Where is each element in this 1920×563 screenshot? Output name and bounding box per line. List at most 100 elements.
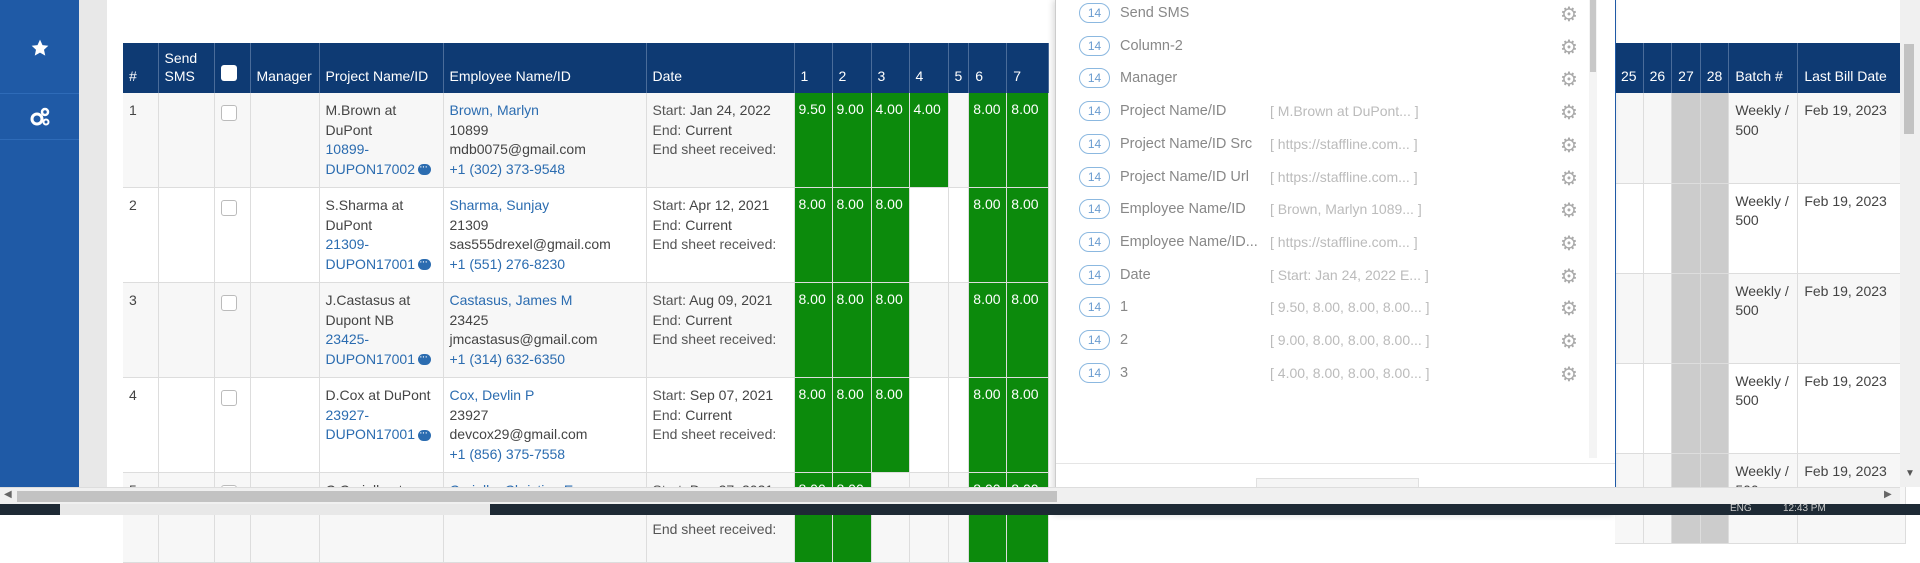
hours-cell-day-2[interactable]: 9.00 (832, 93, 872, 188)
table-row[interactable]: 1M.Brown at DuPont10899-DUPON17002Brown,… (123, 93, 1050, 188)
hours-cell-day-6[interactable]: 8.00 (968, 187, 1008, 283)
col-header-day-2[interactable]: 2 (832, 43, 872, 93)
project-id-link[interactable]: 23927-DUPON17001 (326, 407, 416, 443)
hours-cell-day-7[interactable]: 8.00 (1006, 93, 1050, 188)
table-row[interactable]: Weekly / 500 Feb 19, 2023 (1615, 183, 1907, 274)
hours-cell-day-6[interactable]: 8.00 (968, 377, 1008, 473)
last-bill-cell[interactable]: Feb 19, 2023 (1797, 363, 1907, 454)
col-header-day-26[interactable]: 26 (1643, 43, 1673, 93)
hours-cell-day-6[interactable]: 8.00 (968, 93, 1008, 188)
col-header-day-25[interactable]: 25 (1615, 43, 1644, 93)
row-checkbox[interactable] (220, 200, 237, 216)
select-all-checkbox[interactable] (220, 65, 237, 81)
project-id-link[interactable]: 21309-DUPON17001 (326, 236, 416, 272)
taskbar-search[interactable] (60, 504, 490, 515)
col-header-num[interactable]: # (123, 43, 159, 93)
last-bill-cell[interactable]: Feb 19, 2023 (1797, 93, 1907, 184)
col-header-manager[interactable]: Manager (250, 43, 320, 93)
col-header-day-5[interactable]: 5 (948, 43, 970, 93)
hours-cell-day-3[interactable]: 8.00 (871, 187, 910, 283)
chat-icon[interactable] (418, 424, 431, 443)
table-row[interactable]: Weekly / 500 Feb 19, 2023 (1615, 273, 1907, 364)
select-cell[interactable] (214, 93, 251, 188)
gear-icon[interactable]: ⚙ (1560, 264, 1578, 289)
settings-button[interactable] (0, 94, 79, 140)
hours-cell-day-6[interactable]: 8.00 (968, 472, 1008, 563)
col-header-day-4[interactable]: 4 (909, 43, 949, 93)
col-header-day-6[interactable]: 6 (968, 43, 1008, 93)
project-id-link[interactable]: 23425-DUPON17001 (326, 331, 416, 367)
col-header-day-7[interactable]: 7 (1006, 43, 1050, 93)
table-row[interactable]: Weekly / 500 Feb 19, 2023 (1615, 363, 1907, 454)
hours-cell-day-25[interactable] (1615, 273, 1644, 364)
send-sms-cell[interactable] (158, 187, 215, 283)
employee-phone-link[interactable]: +1 (551) 276-8230 (450, 255, 640, 275)
hours-cell-day-1[interactable]: 8.00 (794, 472, 833, 563)
hours-cell-day-26[interactable] (1643, 363, 1673, 454)
send-sms-cell[interactable] (158, 282, 215, 378)
col-header-batch[interactable]: Batch # (1728, 43, 1799, 93)
hours-cell-day-5[interactable] (948, 93, 970, 188)
gear-icon[interactable]: ⚙ (1560, 329, 1578, 354)
col-header-day-1[interactable]: 1 (794, 43, 833, 93)
hours-cell-day-1[interactable]: 9.50 (794, 93, 833, 188)
send-sms-cell[interactable] (158, 377, 215, 473)
employee-name-link[interactable]: Brown, Marlyn (450, 101, 640, 121)
hours-cell-day-7[interactable]: 8.00 (1006, 472, 1050, 563)
gear-icon[interactable]: ⚙ (1560, 166, 1578, 191)
hours-cell-day-25[interactable] (1615, 93, 1644, 184)
hours-cell-day-27[interactable] (1671, 93, 1701, 184)
hours-cell-day-28[interactable] (1700, 273, 1730, 364)
row-checkbox[interactable] (220, 105, 237, 121)
gear-icon[interactable]: ⚙ (1560, 362, 1578, 387)
last-bill-cell[interactable]: Feb 19, 2023 (1797, 183, 1907, 274)
select-cell[interactable] (214, 472, 251, 563)
col-header-day-3[interactable]: 3 (871, 43, 910, 93)
hours-cell-day-3[interactable]: 8.00 (871, 377, 910, 473)
hours-cell-day-27[interactable] (1671, 183, 1701, 274)
select-cell[interactable] (214, 187, 251, 283)
vertical-scroll-thumb[interactable] (1904, 44, 1914, 134)
batch-cell[interactable]: Weekly / 500 (1728, 183, 1799, 274)
gear-icon[interactable]: ⚙ (1560, 231, 1578, 256)
hours-cell-day-5[interactable] (948, 187, 970, 283)
gear-icon[interactable]: ⚙ (1560, 67, 1578, 92)
employee-name-link[interactable]: Cox, Devlin P (450, 386, 640, 406)
chat-icon[interactable] (418, 348, 431, 368)
hours-cell-day-25[interactable] (1615, 363, 1644, 454)
col-header-day-28[interactable]: 28 (1700, 43, 1730, 93)
select-cell[interactable] (214, 377, 251, 473)
table-row[interactable]: 2S.Sharma at DuPont21309-DUPON17001Sharm… (123, 187, 1050, 283)
hours-cell-day-27[interactable] (1671, 363, 1701, 454)
hours-cell-day-28[interactable] (1700, 183, 1730, 274)
batch-cell[interactable]: Weekly / 500 (1728, 93, 1799, 184)
chat-icon[interactable] (418, 158, 431, 178)
batch-cell[interactable]: Weekly / 500 (1728, 363, 1799, 454)
clock[interactable]: 12:43 PM (1783, 504, 1826, 514)
col-header-employee[interactable]: Employee Name/ID (443, 43, 647, 93)
hours-cell-day-4[interactable] (909, 282, 949, 378)
hours-cell-day-1[interactable]: 8.00 (794, 377, 833, 473)
hours-cell-day-2[interactable]: 8.00 (832, 187, 872, 283)
table-row[interactable]: Weekly / 500 Feb 19, 2023 (1615, 93, 1907, 184)
hours-cell-day-7[interactable]: 8.00 (1006, 377, 1050, 473)
hours-cell-day-4[interactable] (909, 472, 949, 563)
column-item[interactable]: 14 3 [ 4.00, 8.00, 8.00, 8.00... ] ⚙ (1079, 353, 1579, 393)
hours-cell-day-3[interactable] (871, 472, 910, 563)
gear-icon[interactable]: ⚙ (1560, 2, 1578, 27)
hours-cell-day-3[interactable]: 8.00 (871, 282, 910, 378)
hours-cell-day-3[interactable]: 4.00 (871, 93, 910, 188)
col-header-last-bill[interactable]: Last Bill Date (1797, 43, 1907, 93)
project-id-link[interactable]: 10899-DUPON17002 (326, 141, 416, 177)
hours-cell-day-25[interactable] (1615, 183, 1644, 274)
hours-cell-day-4[interactable] (909, 187, 949, 283)
horizontal-scrollbar[interactable]: ◀ ▶ (0, 487, 1900, 504)
hours-cell-day-28[interactable] (1700, 93, 1730, 184)
chat-icon[interactable] (418, 253, 431, 273)
col-header-date[interactable]: Date (646, 43, 795, 93)
employee-name-link[interactable]: Sharma, Sunjay (450, 196, 640, 216)
hours-cell-day-26[interactable] (1643, 183, 1673, 274)
scroll-down-icon[interactable]: ▼ (1905, 468, 1915, 479)
send-sms-cell[interactable] (158, 93, 215, 188)
hours-cell-day-2[interactable]: 8.00 (832, 377, 872, 473)
